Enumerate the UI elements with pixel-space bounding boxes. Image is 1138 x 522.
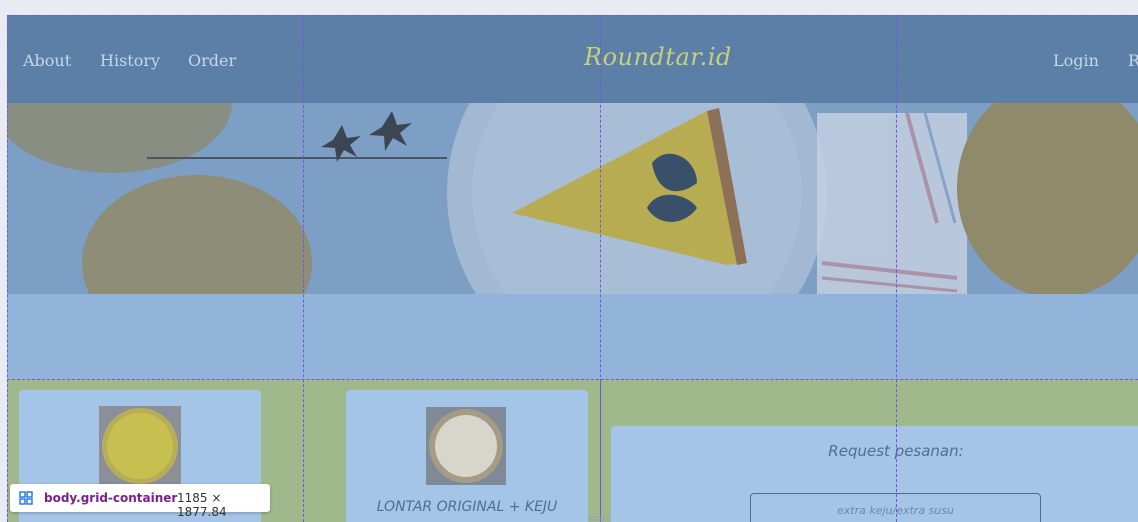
page: About History Order Roundtar.id Login R bbox=[7, 15, 1138, 522]
cheese-tart-icon bbox=[426, 407, 506, 485]
resize-handle-icon[interactable] bbox=[588, 516, 610, 522]
brand-logo[interactable]: Roundtar.id bbox=[584, 43, 732, 71]
nav-link-history[interactable]: History bbox=[100, 51, 160, 70]
napkin-shape bbox=[817, 112, 967, 294]
grid-line bbox=[7, 15, 8, 522]
request-panel: Request pesanan: extra keju/extra susu bbox=[611, 426, 1138, 522]
nav-link-login[interactable]: Login bbox=[1053, 51, 1099, 70]
grid-line bbox=[600, 379, 601, 522]
grid-line bbox=[7, 15, 1138, 16]
tooltip-size: 1185 × 1877.84 bbox=[177, 491, 227, 519]
yellow-tart-icon bbox=[99, 406, 181, 486]
navbar: About History Order Roundtar.id Login R bbox=[7, 15, 1138, 103]
request-label: Request pesanan: bbox=[828, 442, 964, 460]
nav-link-order[interactable]: Order bbox=[188, 51, 236, 70]
devtools-tooltip: body.grid-container 1185 × 1877.84 bbox=[10, 484, 270, 519]
nav-link-cutoff[interactable]: R bbox=[1128, 51, 1138, 70]
grid-line bbox=[896, 15, 897, 522]
hero-image bbox=[7, 103, 1138, 294]
nav-link-about[interactable]: About bbox=[23, 51, 71, 70]
product-title: LONTAR ORIGINAL + KEJU bbox=[376, 499, 558, 515]
product-card[interactable]: LONTAR ORIGINAL + KEJU bbox=[346, 390, 588, 522]
grid-line bbox=[303, 15, 304, 522]
hero-band bbox=[7, 294, 1138, 379]
grid-icon bbox=[19, 491, 33, 505]
tooltip-selector: body.grid-container bbox=[44, 491, 178, 505]
grid-line bbox=[7, 379, 1138, 380]
